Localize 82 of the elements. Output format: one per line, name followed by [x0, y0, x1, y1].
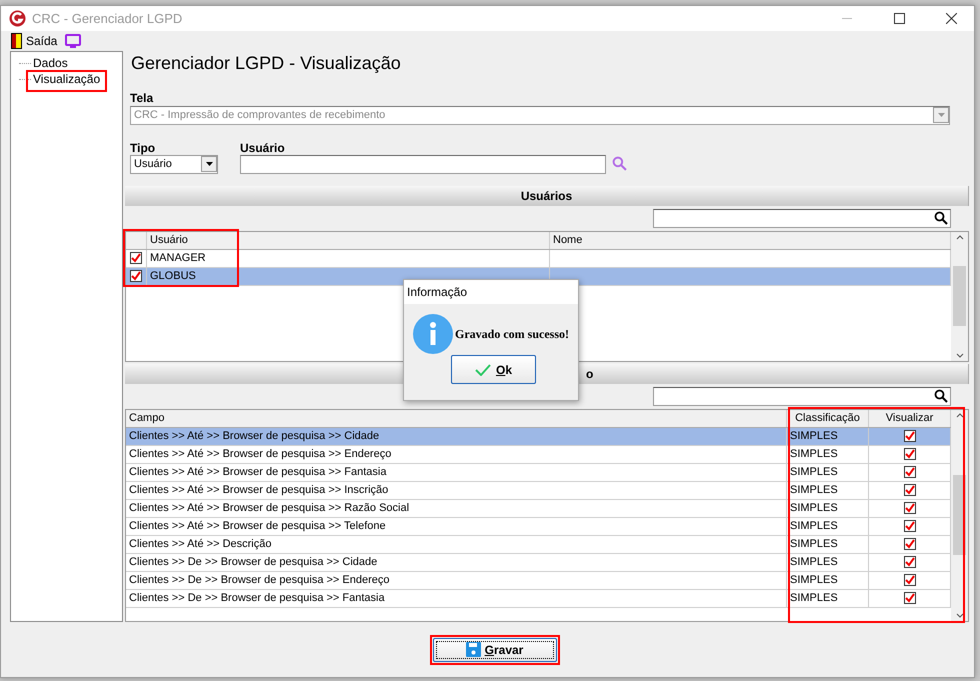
tree-item[interactable]: Dados	[31, 56, 70, 70]
table-cell: SIMPLES	[790, 430, 838, 442]
scroll-down-icon[interactable]	[956, 613, 964, 618]
table-cell: Clientes >> Até >> Browser de pesquisa >> Fantasia	[129, 466, 386, 478]
search-field[interactable]	[653, 208, 951, 228]
exit-button[interactable]: Saída	[11, 33, 62, 49]
user-input-field[interactable]	[240, 154, 606, 174]
checkbox[interactable]	[904, 538, 916, 550]
page-heading: Gerenciador LGPD - Visualização	[130, 52, 402, 75]
checkbox[interactable]	[904, 484, 916, 496]
checkbox[interactable]	[130, 270, 142, 282]
maximize-icon	[894, 13, 904, 24]
close-icon	[946, 13, 956, 24]
table-cell: SIMPLES	[790, 448, 838, 460]
table-cell: Clientes >> Até >> Descrição	[129, 538, 272, 550]
field-label: Usuário	[240, 140, 286, 153]
scroll-up-icon[interactable]	[956, 234, 964, 240]
scroll-up-icon[interactable]	[956, 412, 964, 418]
table-cell: Clientes >> De >> Browser de pesquisa >> Cidade	[129, 556, 378, 568]
table-row[interactable]: Clientes >> Até >> Browser de pesquisa >> Inscrição SIMPLES	[126, 482, 951, 500]
checkbox[interactable]	[904, 574, 916, 586]
table-cell: SIMPLES	[790, 484, 838, 496]
table-cell: Clientes >> Até >> Browser de pesquisa >> Telefone	[129, 520, 386, 532]
field-label: Tela	[129, 90, 154, 105]
table-cell: SIMPLES	[790, 556, 838, 568]
table-cell: SIMPLES	[790, 466, 838, 478]
ok-button[interactable]: Ok	[451, 355, 536, 384]
window-title: CRC - Gerenciador LGPD	[32, 11, 184, 26]
dropdown-arrow-icon	[206, 162, 212, 166]
table-cell: GLOBUS	[150, 270, 196, 282]
tree-item[interactable]: Visualização	[31, 72, 102, 86]
table-row[interactable]: Clientes >> Até >> Browser de pesquisa >> Razão Social SIMPLES	[126, 500, 951, 518]
search-icon[interactable]	[934, 211, 948, 226]
table-cell: Clientes >> Até >> Browser de pesquisa >> Endereço	[129, 448, 392, 460]
search-icon[interactable]	[934, 389, 948, 403]
table-row[interactable]: Clientes >> Até >> Browser de pesquisa >> Cidade SIMPLES	[126, 428, 951, 446]
table-cell: Clientes >> De >> Browser de pesquisa >> Fantasia	[129, 592, 385, 604]
column-header: Usuário	[147, 232, 550, 249]
table-cell: SIMPLES	[790, 538, 838, 550]
column-header: Classificação	[787, 410, 869, 426]
monitor-icon[interactable]	[65, 34, 82, 48]
table-row[interactable]: Clientes >> Até >> Descrição SIMPLES	[126, 536, 951, 554]
table-cell: SIMPLES	[790, 502, 838, 514]
table-row[interactable]: Clientes >> De >> Browser de pesquisa >> Fantasia SIMPLES	[126, 590, 951, 608]
table-row[interactable]: Clientes >> De >> Browser de pesquisa >> Cidade SIMPLES	[126, 554, 951, 572]
column-header: Campo	[126, 410, 787, 426]
dialog-title: Informação	[404, 280, 578, 304]
app-logo-icon	[9, 10, 26, 27]
checkbox[interactable]	[904, 466, 916, 478]
info-icon	[413, 314, 453, 354]
table-row[interactable]: Clientes >> Até >> Browser de pesquisa >> Endereço SIMPLES	[126, 446, 951, 464]
table-row[interactable]: Clientes >> Até >> Browser de pesquisa >> Fantasia SIMPLES	[126, 464, 951, 482]
checkbox[interactable]	[130, 252, 142, 264]
checkbox[interactable]	[904, 556, 916, 568]
table-cell: Clientes >> Até >> Browser de pesquisa >> Razão Social	[129, 502, 410, 514]
table-cell: Clientes >> Até >> Browser de pesquisa >> Cidade	[129, 430, 380, 442]
field-label: Tipo	[130, 140, 156, 153]
table-cell: Clientes >> De >> Browser de pesquisa >> Endereço	[129, 574, 390, 586]
scroll-down-icon[interactable]	[956, 352, 964, 358]
table-cell: MANAGER	[150, 252, 206, 264]
checkbox[interactable]	[904, 448, 916, 460]
door-icon	[11, 33, 22, 49]
save-button[interactable]: Gravar	[432, 638, 556, 662]
table-row[interactable]: Clientes >> De >> Browser de pesquisa >> Endereço SIMPLES	[126, 572, 951, 590]
minimize-icon	[842, 18, 852, 19]
scrollbar[interactable]	[951, 232, 968, 361]
checkbox[interactable]	[904, 520, 916, 532]
table-cell: SIMPLES	[790, 574, 838, 586]
checkbox[interactable]	[904, 502, 916, 514]
table-row[interactable]: Clientes >> Até >> Browser de pesquisa >> Telefone SIMPLES	[126, 518, 951, 536]
dropdown-arrow-icon	[938, 113, 944, 118]
checkbox[interactable]	[904, 592, 916, 604]
table-cell: Clientes >> Até >> Browser de pesquisa >> Inscrição	[129, 484, 388, 496]
search-field[interactable]	[653, 386, 951, 406]
table-row[interactable]: MANAGER	[126, 250, 951, 268]
table-cell: SIMPLES	[790, 592, 838, 604]
table-cell: SIMPLES	[790, 520, 838, 532]
dialog-message: Gravado com sucesso!	[455, 326, 569, 342]
checkmark-icon	[474, 364, 491, 376]
type-dropdown[interactable]: Usuário	[130, 154, 218, 174]
checkbox[interactable]	[904, 430, 916, 442]
section-header: Usuários	[125, 186, 969, 206]
